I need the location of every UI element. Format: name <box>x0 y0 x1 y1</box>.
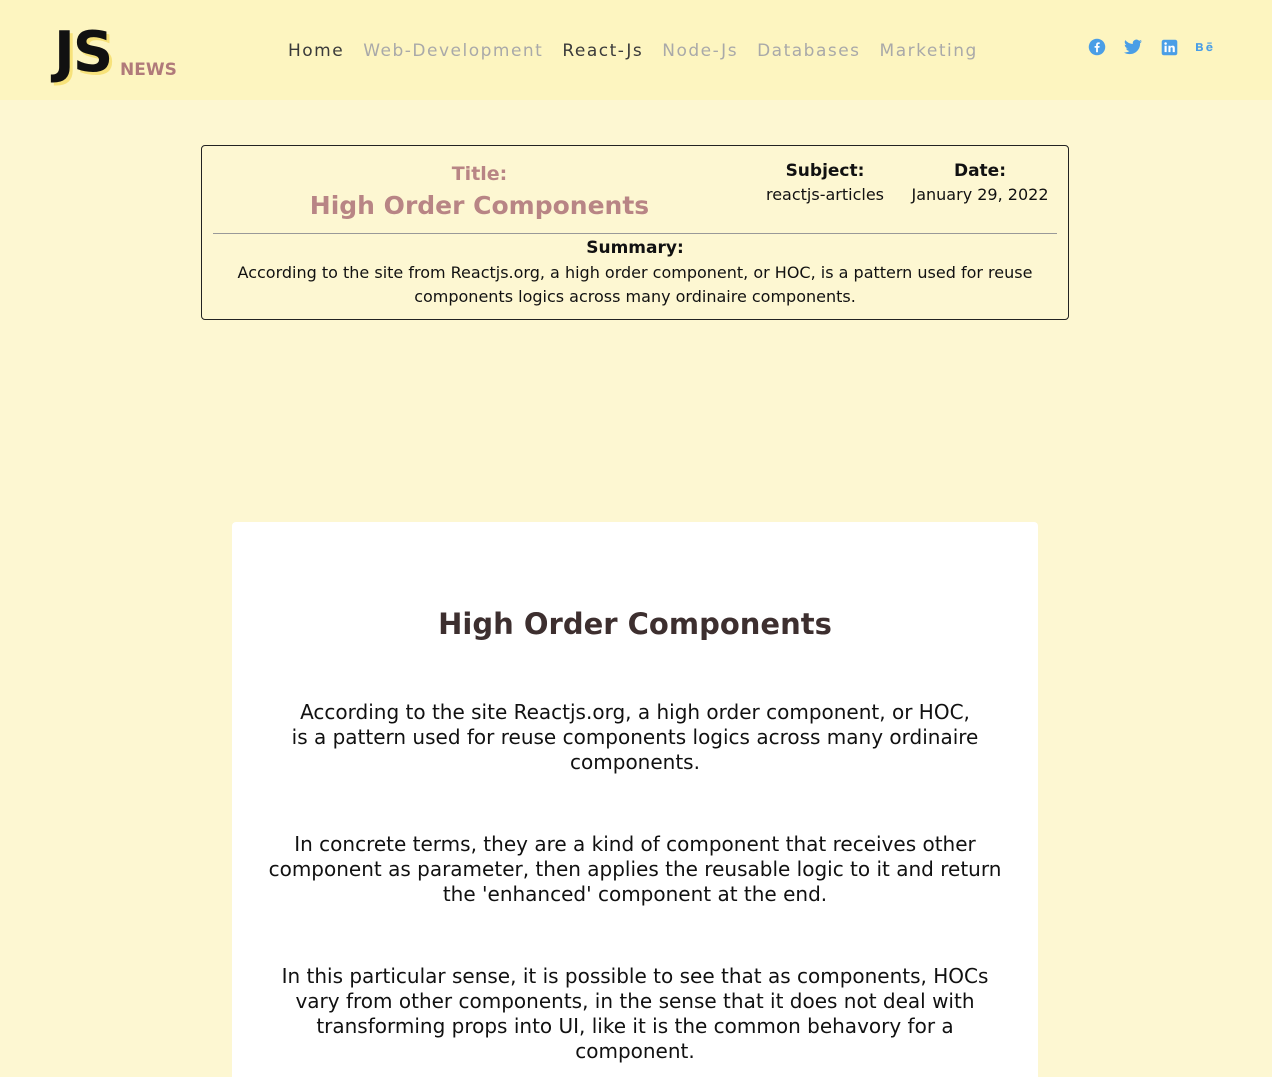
behance-icon[interactable] <box>1196 38 1214 56</box>
article-body: High Order Components According to the s… <box>232 522 1038 1077</box>
site-header: JS NEWS Home Web-Development React-Js No… <box>0 0 1272 100</box>
subject-label: Subject: <box>785 161 865 181</box>
nav-item-home[interactable]: Home <box>288 41 344 61</box>
info-divider <box>213 233 1057 234</box>
article-heading: High Order Components <box>438 607 832 641</box>
nav-item-databases[interactable]: Databases <box>757 41 860 61</box>
twitter-icon[interactable] <box>1124 38 1142 56</box>
article-title-summary: High Order Components <box>309 191 650 220</box>
site-logo[interactable]: JS NEWS <box>54 22 194 84</box>
linkedin-icon[interactable] <box>1160 38 1178 56</box>
date-label: Date: <box>953 161 1007 181</box>
main-nav: Home Web-Development React-Js Node-Js Da… <box>288 37 997 65</box>
summary-text: According to the site from Reactjs.org, … <box>237 263 1033 306</box>
subject-value: reactjs-articles <box>765 185 885 204</box>
article-paragraph: In concrete terms, they are a kind of co… <box>268 832 1002 906</box>
logo-js-text: JS <box>54 20 113 85</box>
nav-item-marketing[interactable]: Marketing <box>880 41 978 61</box>
summary-label: Summary: <box>586 238 684 258</box>
nav-item-node-js[interactable]: Node-Js <box>662 41 738 61</box>
article-paragraph: In this particular sense, it is possible… <box>281 964 989 1063</box>
date-value: January 29, 2022 <box>911 185 1049 204</box>
title-label: Title: <box>451 163 508 185</box>
article-info-card: Title: High Order Components Subject: re… <box>201 145 1069 320</box>
nav-item-web-development[interactable]: Web-Development <box>363 41 543 61</box>
facebook-icon[interactable] <box>1088 38 1106 56</box>
article-paragraph: According to the site Reactjs.org, a hig… <box>291 700 979 774</box>
logo-news-text: NEWS <box>120 60 177 80</box>
social-links <box>1088 38 1214 56</box>
nav-item-react-js[interactable]: React-Js <box>562 41 643 61</box>
